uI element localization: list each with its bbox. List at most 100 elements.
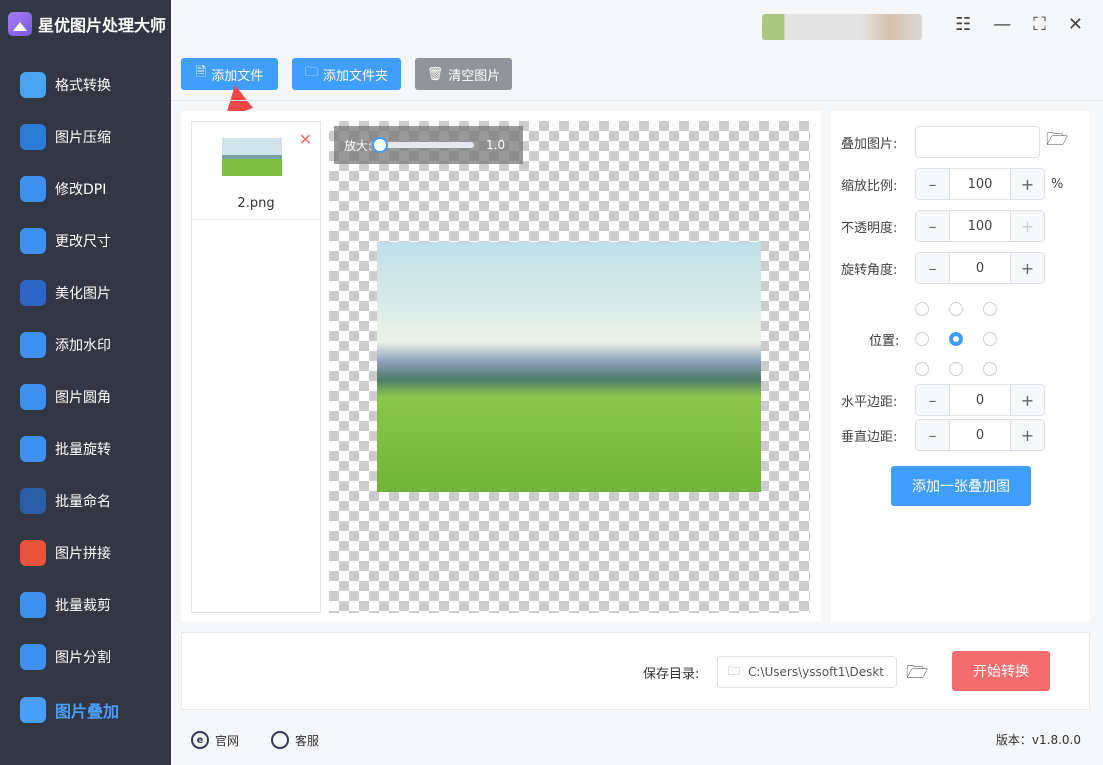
vmargin-value[interactable]: 0 xyxy=(949,420,1011,450)
sidebar: 星优图片处理大师 格式转换图片压缩修改DPI 更改尺寸美化图片添加水印图片圆角批量… xyxy=(0,0,171,765)
hmargin-value[interactable]: 0 xyxy=(949,385,1011,415)
sidebar-item-icon xyxy=(20,72,46,98)
sidebar-item-icon xyxy=(20,280,46,306)
add-folder-label: 添加文件夹 xyxy=(323,68,389,84)
divider xyxy=(171,100,1103,101)
browse-folder-icon[interactable]: 🗁 xyxy=(906,660,928,690)
save-dir-input[interactable]: 🗀 C:\Users\yssoft1\Deskt xyxy=(717,656,897,688)
website-link[interactable]: e 官网 xyxy=(191,731,239,749)
increase-button[interactable]: + xyxy=(1011,420,1044,450)
add-overlay-button[interactable]: 添加一张叠加图 xyxy=(891,466,1031,506)
clear-images-button[interactable]: 🗑 清空图片 xyxy=(415,58,512,90)
position-radio-top-right[interactable] xyxy=(983,302,997,316)
position-radio-top[interactable] xyxy=(949,302,963,316)
hmargin-stepper[interactable]: –0 + xyxy=(915,384,1045,416)
position-radio-bottom-left[interactable] xyxy=(915,362,929,376)
sidebar-item-label: 更改尺寸 xyxy=(55,234,111,250)
add-folder-button[interactable]: 🗀 添加文件夹 xyxy=(292,58,401,90)
hmargin-label: 水平边距: xyxy=(841,394,898,410)
trash-icon: 🗑 xyxy=(426,66,444,82)
increase-button[interactable]: + xyxy=(1011,385,1044,415)
sidebar-item-5[interactable]: 添加水印 xyxy=(20,330,111,360)
sidebar-item-11[interactable]: 图片分割 xyxy=(20,642,111,672)
opacity-value[interactable]: 100 xyxy=(949,211,1011,241)
app-logo-icon xyxy=(8,12,32,36)
save-dir-label: 保存目录: xyxy=(643,667,700,682)
rotate-label: 旋转角度: xyxy=(841,262,898,278)
opacity-stepper[interactable]: –100 + xyxy=(915,210,1045,242)
website-label: 官网 xyxy=(215,733,240,748)
position-radio-top-left[interactable] xyxy=(915,302,929,316)
save-dir-path: C:\Users\yssoft1\Deskt xyxy=(748,665,884,679)
decrease-button[interactable]: – xyxy=(916,253,949,283)
position-radio-bottom[interactable] xyxy=(949,362,963,376)
sidebar-item-4[interactable]: 美化图片 xyxy=(20,278,111,308)
sidebar-item-10[interactable]: 批量裁剪 xyxy=(20,590,111,620)
sidebar-item-2[interactable]: 修改DPI xyxy=(20,174,106,204)
sidebar-item-3[interactable]: 更改尺寸 xyxy=(20,226,111,256)
sidebar-item-0[interactable]: 格式转换 xyxy=(20,70,111,100)
scale-stepper[interactable]: –100 + xyxy=(915,168,1045,200)
sidebar-item-label: 批量命名 xyxy=(55,494,111,510)
sidebar-item-label: 图片叠加 xyxy=(55,702,120,721)
sidebar-item-9[interactable]: 图片拼接 xyxy=(20,538,111,568)
zoom-slider[interactable] xyxy=(372,137,475,153)
sidebar-item-1[interactable]: 图片压缩 xyxy=(20,122,111,152)
maximize-icon[interactable]: ⛶ xyxy=(1033,14,1046,35)
rotate-stepper[interactable]: –0 + xyxy=(915,252,1045,284)
vmargin-stepper[interactable]: –0 + xyxy=(915,419,1045,451)
support-link[interactable]: 客服 xyxy=(271,731,319,749)
increase-button[interactable]: + xyxy=(1011,169,1044,199)
app-title: 星优图片处理大师 xyxy=(8,12,166,36)
sidebar-item-12[interactable]: 图片叠加 xyxy=(20,695,119,725)
position-radio-bottom-right[interactable] xyxy=(983,362,997,376)
position-radio-right[interactable] xyxy=(983,332,997,346)
start-convert-button[interactable]: 开始转换 xyxy=(952,651,1050,691)
position-radio-left[interactable] xyxy=(915,332,929,346)
sidebar-item-label: 图片圆角 xyxy=(55,390,111,406)
scale-label: 缩放比例: xyxy=(841,178,898,194)
decrease-button[interactable]: – xyxy=(916,420,949,450)
zoom-value: 1.0 xyxy=(486,138,506,152)
sidebar-item-7[interactable]: 批量旋转 xyxy=(20,434,111,464)
overlay-image-input[interactable] xyxy=(915,126,1040,158)
file-name: 2.png xyxy=(237,196,275,211)
position-label: 位置: xyxy=(869,334,900,349)
position-radio-center[interactable] xyxy=(949,332,963,346)
sidebar-item-label: 批量裁剪 xyxy=(55,598,111,614)
zoom-slider-handle[interactable] xyxy=(372,137,389,153)
file-item[interactable]: ✕ 2.png xyxy=(192,122,320,220)
folder-icon: 🗀 xyxy=(728,663,741,678)
increase-button: + xyxy=(1011,211,1044,241)
app-title-text: 星优图片处理大师 xyxy=(38,16,167,35)
zoom-label: 放大: xyxy=(344,138,373,153)
overlay-image-label: 叠加图片: xyxy=(841,136,898,152)
remove-file-icon[interactable]: ✕ xyxy=(299,130,312,149)
sidebar-item-icon xyxy=(20,488,46,514)
decrease-button[interactable]: – xyxy=(916,169,949,199)
preview-image xyxy=(377,242,761,492)
settings-icon[interactable]: ☷ xyxy=(955,14,971,35)
version-text: 版本：v1.8.0.0 xyxy=(995,733,1081,747)
sidebar-item-label: 批量旋转 xyxy=(55,442,111,458)
folder-open-icon[interactable]: 🗁 xyxy=(1046,127,1068,157)
decrease-button[interactable]: – xyxy=(916,211,949,241)
sidebar-item-6[interactable]: 图片圆角 xyxy=(20,382,111,412)
vmargin-label: 垂直边距: xyxy=(841,429,898,445)
clear-label: 清空图片 xyxy=(448,68,501,84)
file-list: ✕ 2.png xyxy=(191,121,321,613)
increase-button[interactable]: + xyxy=(1011,253,1044,283)
sidebar-item-icon xyxy=(20,228,46,254)
sidebar-item-icon xyxy=(20,384,46,410)
close-icon[interactable]: ✕ xyxy=(1068,14,1083,35)
scale-value[interactable]: 100 xyxy=(949,169,1011,199)
sidebar-item-label: 美化图片 xyxy=(55,286,111,302)
rotate-value[interactable]: 0 xyxy=(949,253,1011,283)
support-label: 客服 xyxy=(295,733,320,748)
sidebar-item-8[interactable]: 批量命名 xyxy=(20,486,111,516)
minimize-icon[interactable]: — xyxy=(993,14,1011,35)
decrease-button[interactable]: – xyxy=(916,385,949,415)
user-avatar[interactable] xyxy=(762,14,922,40)
file-icon: 🗎 xyxy=(195,65,207,80)
sidebar-item-label: 图片压缩 xyxy=(55,130,111,146)
